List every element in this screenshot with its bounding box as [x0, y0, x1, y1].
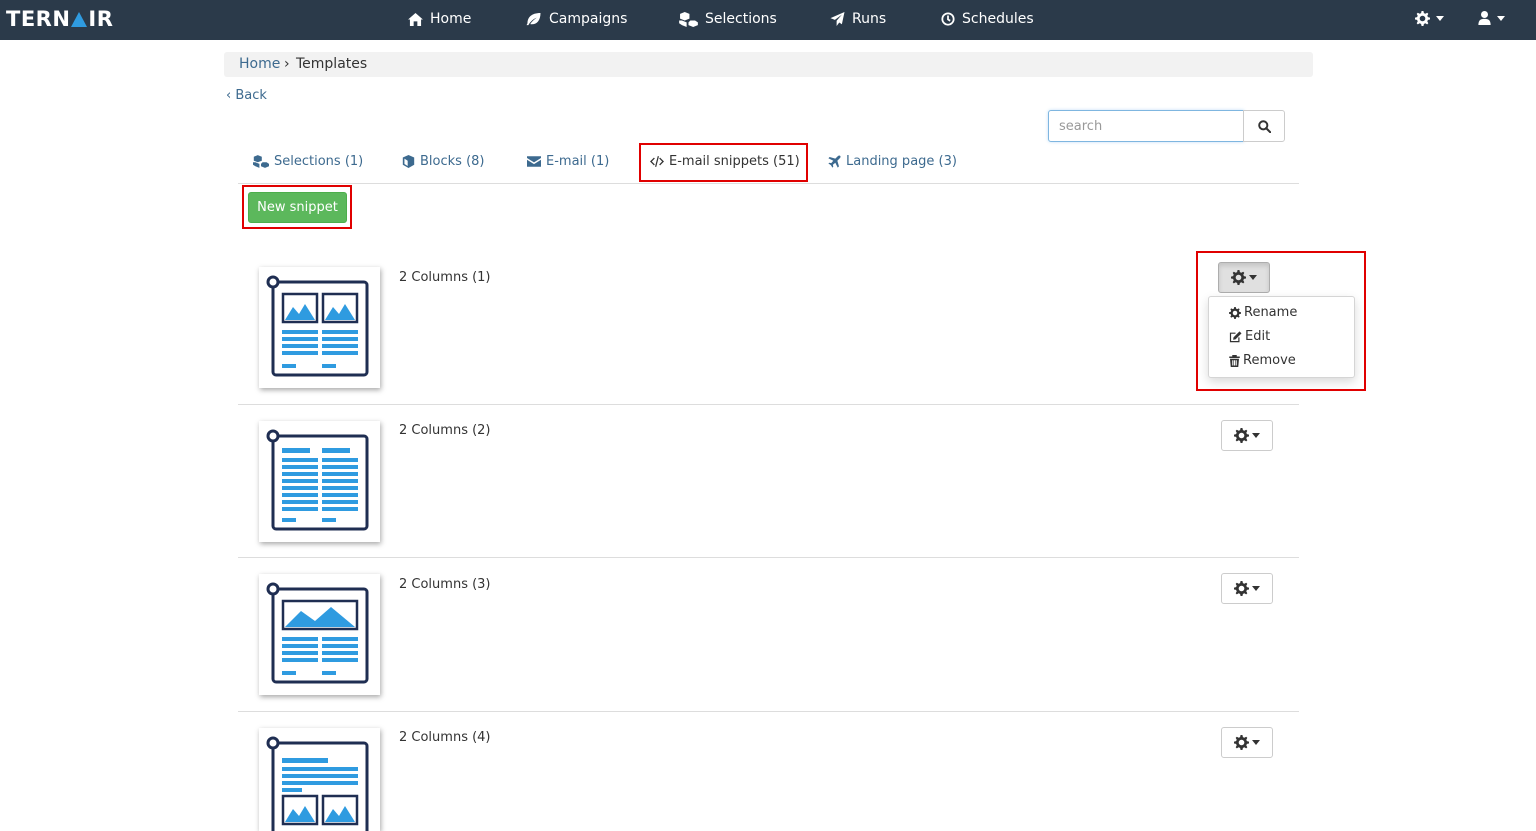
snippet-title[interactable]: 2 Columns (4) — [399, 730, 491, 745]
search-button[interactable] — [1243, 110, 1285, 142]
nav-campaigns-label: Campaigns — [549, 11, 628, 27]
snippet-title[interactable]: 2 Columns (1) — [399, 270, 491, 285]
caret-down-icon — [1436, 16, 1444, 21]
dropdown-remove-label: Remove — [1243, 353, 1296, 368]
logo-text-right: IR — [88, 7, 114, 31]
two-columns-image-template-icon — [266, 275, 369, 377]
row-divider — [238, 557, 1299, 558]
search-input[interactable] — [1048, 110, 1244, 142]
snippet-actions-button[interactable] — [1218, 262, 1270, 293]
caret-down-icon — [1252, 586, 1260, 591]
settings-menu-toggle[interactable] — [1415, 11, 1444, 26]
breadcrumb-current: Templates — [296, 56, 368, 72]
gear-icon — [1234, 735, 1249, 750]
envelope-icon — [527, 156, 541, 167]
tab-landing-page[interactable]: Landing page (3) — [828, 154, 957, 169]
tab-blocks-label: Blocks (8) — [420, 154, 485, 169]
dropdown-remove[interactable]: Remove — [1229, 353, 1296, 368]
caret-down-icon — [1252, 433, 1260, 438]
tab-blocks[interactable]: Blocks (8) — [402, 154, 484, 169]
nav-schedules[interactable]: Schedules — [941, 11, 1034, 27]
tab-landing-page-label: Landing page (3) — [846, 154, 957, 169]
ternair-logo[interactable]: TERN IR — [6, 7, 113, 31]
snippet-thumbnail[interactable] — [259, 574, 380, 695]
gear-icon — [1234, 428, 1249, 443]
nav-home-label: Home — [430, 11, 472, 27]
nav-selections-label: Selections — [705, 11, 777, 27]
cube-icon — [402, 155, 415, 168]
tab-selections-label: Selections (1) — [274, 154, 364, 169]
snippet-thumbnail[interactable] — [259, 267, 380, 388]
user-menu-toggle[interactable] — [1478, 11, 1505, 25]
row-divider — [238, 711, 1299, 712]
user-icon — [1478, 11, 1491, 25]
nav-home[interactable]: Home — [408, 11, 471, 27]
two-columns-text-template-icon — [266, 429, 369, 531]
cubes-icon — [253, 155, 269, 168]
tab-email-snippets-label: E-mail snippets (51) — [669, 154, 800, 169]
dropdown-edit-label: Edit — [1245, 329, 1271, 344]
send-icon — [830, 12, 845, 26]
row-divider — [238, 404, 1299, 405]
trash-icon — [1229, 354, 1240, 367]
nav-runs-label: Runs — [852, 11, 887, 27]
snippet-thumbnail[interactable] — [259, 728, 380, 831]
plane-icon — [828, 155, 841, 168]
tab-email-label: E-mail (1) — [546, 154, 610, 169]
breadcrumb: Home › Templates — [224, 52, 1313, 77]
search-icon — [1257, 119, 1271, 133]
snippet-title[interactable]: 2 Columns (2) — [399, 423, 491, 438]
top-navbar: TERN IR Home Campaigns Selections Runs Sc… — [0, 0, 1536, 40]
home-icon — [408, 12, 423, 26]
nav-selections[interactable]: Selections — [679, 11, 777, 27]
code-icon — [650, 156, 664, 167]
snippet-actions-button[interactable] — [1221, 727, 1273, 758]
gear-icon — [1415, 11, 1430, 26]
leaf-icon — [526, 12, 541, 25]
caret-down-icon — [1249, 275, 1257, 280]
snippet-title[interactable]: 2 Columns (3) — [399, 577, 491, 592]
clock-icon — [941, 12, 955, 26]
logo-text-left: TERN — [6, 7, 71, 31]
new-snippet-button[interactable]: New snippet — [248, 192, 347, 223]
edit-icon — [1229, 330, 1242, 342]
text-top-two-images-template-icon — [266, 736, 369, 831]
gear-icon — [1234, 581, 1249, 596]
template-tabs: Selections (1) Blocks (8) E-mail (1) E-m… — [238, 142, 1299, 184]
snippet-actions-button[interactable] — [1221, 573, 1273, 604]
snippet-thumbnail[interactable] — [259, 421, 380, 542]
back-link[interactable]: ‹ Back — [226, 88, 267, 103]
gear-icon — [1231, 270, 1246, 285]
tab-selections[interactable]: Selections (1) — [253, 154, 363, 169]
full-image-two-columns-template-icon — [266, 582, 369, 684]
nav-campaigns[interactable]: Campaigns — [526, 11, 627, 27]
nav-runs[interactable]: Runs — [830, 11, 886, 27]
logo-triangle-icon — [71, 12, 88, 27]
tab-email[interactable]: E-mail (1) — [527, 154, 609, 169]
cubes-icon — [679, 11, 698, 27]
dropdown-edit[interactable]: Edit — [1229, 329, 1270, 344]
tab-email-snippets[interactable]: E-mail snippets (51) — [650, 154, 800, 169]
nav-schedules-label: Schedules — [962, 11, 1034, 27]
gear-icon — [1229, 306, 1241, 319]
dropdown-rename[interactable]: Rename — [1229, 305, 1297, 320]
breadcrumb-home-link[interactable]: Home — [239, 56, 280, 72]
breadcrumb-separator: › — [284, 56, 290, 72]
caret-down-icon — [1497, 15, 1505, 21]
snippet-actions-button[interactable] — [1221, 420, 1273, 451]
dropdown-rename-label: Rename — [1244, 305, 1298, 320]
snippet-actions-dropdown: Rename Edit Remove — [1208, 296, 1355, 378]
caret-down-icon — [1252, 740, 1260, 745]
